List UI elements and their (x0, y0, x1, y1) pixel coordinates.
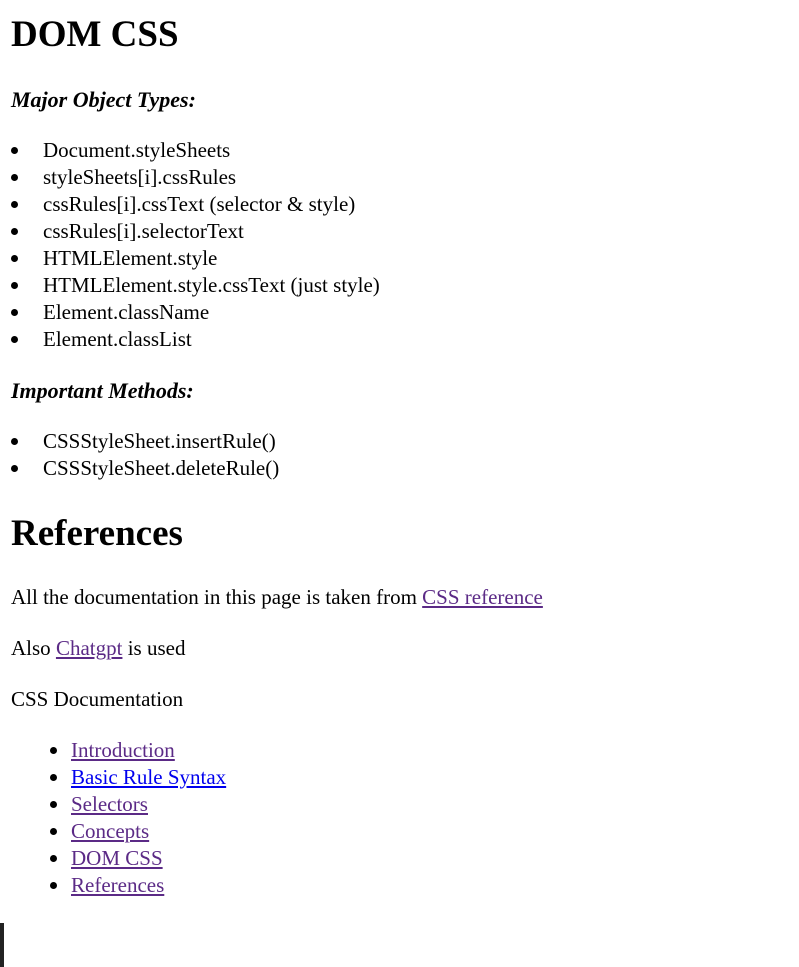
methods-list: CSSStyleSheet.insertRule() CSSStyleSheet… (11, 428, 279, 482)
section-title-dom-css: DOM CSS (11, 14, 179, 55)
toc-list: Introduction Basic Rule Syntax Selectors… (41, 737, 226, 899)
list-item: Element.className (11, 299, 380, 326)
toc-item-concepts: Concepts (41, 818, 226, 845)
toc-link-dom-css[interactable]: DOM CSS (71, 846, 163, 870)
toc-item-references: References (41, 872, 226, 899)
object-types-heading: Major Object Types: (11, 87, 196, 112)
toc-link-references[interactable]: References (71, 873, 164, 897)
list-item: Element.classList (11, 326, 380, 353)
chatgpt-paragraph: Also Chatgpt is used (11, 638, 185, 659)
list-item: CSSStyleSheet.deleteRule() (11, 455, 279, 482)
chatgpt-prefix-text: Also (11, 636, 56, 660)
toc-item-dom-css: DOM CSS (41, 845, 226, 872)
toc-link-introduction[interactable]: Introduction (71, 738, 175, 762)
section-title-references: References (11, 513, 183, 554)
list-item: styleSheets[i].cssRules (11, 164, 380, 191)
css-reference-link[interactable]: CSS reference (422, 585, 543, 609)
references-text: All the documentation in this page is ta… (11, 585, 423, 609)
list-item: HTMLElement.style.cssText (just style) (11, 272, 380, 299)
list-item: cssRules[i].cssText (selector & style) (11, 191, 380, 218)
toc-link-basic-rule-syntax[interactable]: Basic Rule Syntax (71, 765, 226, 789)
list-item: Document.styleSheets (11, 137, 380, 164)
toc-item-selectors: Selectors (41, 791, 226, 818)
list-item: HTMLElement.style (11, 245, 380, 272)
list-item: CSSStyleSheet.insertRule() (11, 428, 279, 455)
object-types-list: Document.styleSheets styleSheets[i].cssR… (11, 137, 380, 353)
references-paragraph: All the documentation in this page is ta… (11, 587, 543, 608)
chatgpt-suffix-text: is used (122, 636, 186, 660)
toc-heading: CSS Documentation (11, 687, 184, 711)
toc-item-basic-rule-syntax: Basic Rule Syntax (41, 764, 226, 791)
chatgpt-link[interactable]: Chatgpt (56, 636, 123, 660)
list-item: cssRules[i].selectorText (11, 218, 380, 245)
toc-link-selectors[interactable]: Selectors (71, 792, 148, 816)
text-cursor-bar (0, 923, 4, 967)
toc-link-concepts[interactable]: Concepts (71, 819, 149, 843)
toc-item-introduction: Introduction (41, 737, 226, 764)
methods-heading: Important Methods: (11, 378, 194, 403)
